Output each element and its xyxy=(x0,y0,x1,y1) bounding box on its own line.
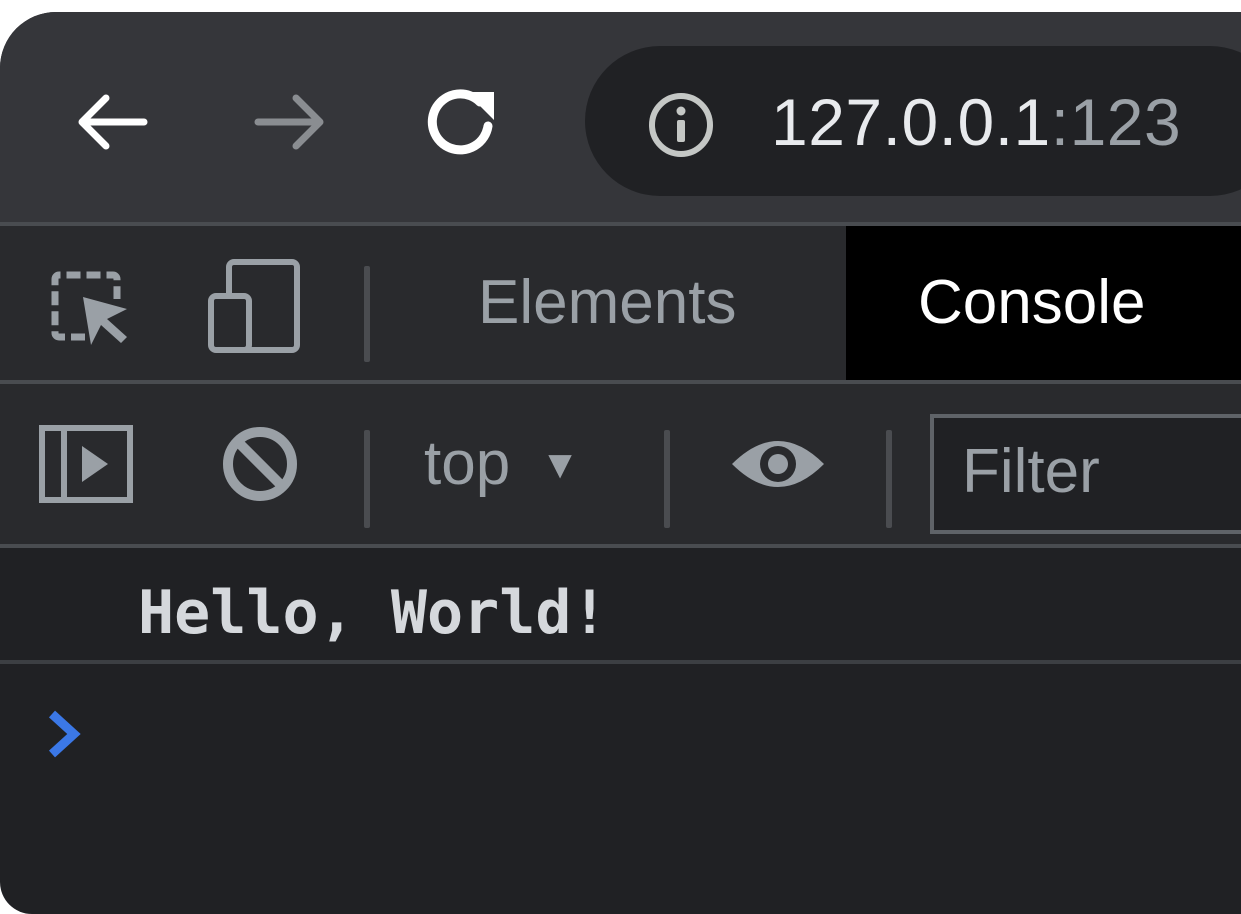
tabbar-divider xyxy=(364,266,370,362)
inspect-element-icon[interactable] xyxy=(40,256,140,356)
device-toolbar-icon[interactable] xyxy=(205,256,305,356)
site-info-icon[interactable] xyxy=(647,91,715,159)
clear-console-icon[interactable] xyxy=(210,414,310,514)
console-toolbar-divider-2 xyxy=(664,430,670,528)
console-prompt-icon[interactable] xyxy=(44,704,84,764)
eye-icon[interactable] xyxy=(728,414,828,514)
browser-window: 127.0.0.1:123 Elements Console top ▼ Fil… xyxy=(0,12,1241,914)
console-toolbar-divider-1 xyxy=(364,430,370,528)
console-message-divider xyxy=(0,660,1241,664)
url-port: :123 xyxy=(1050,85,1182,159)
console-message-text: Hello, World! xyxy=(138,578,608,648)
console-toolbar: top ▼ Filter xyxy=(0,384,1241,544)
tab-console[interactable]: Console xyxy=(846,226,1241,380)
url-text: 127.0.0.1:123 xyxy=(771,82,1181,162)
console-message: Hello, World! xyxy=(0,548,1241,660)
url-host: 127.0.0.1 xyxy=(771,85,1051,159)
address-bar[interactable]: 127.0.0.1:123 xyxy=(585,46,1241,196)
back-arrow-icon[interactable] xyxy=(72,82,152,162)
context-label: top xyxy=(424,429,511,498)
forward-arrow-icon[interactable] xyxy=(250,82,330,162)
tab-elements[interactable]: Elements xyxy=(478,226,736,380)
filter-input[interactable]: Filter xyxy=(930,414,1241,534)
sidebar-toggle-icon[interactable] xyxy=(36,414,136,514)
dropdown-arrow-icon: ▼ xyxy=(540,443,580,487)
browser-toolbar: 127.0.0.1:123 xyxy=(0,12,1241,222)
devtools-tabbar: Elements Console xyxy=(0,226,1241,380)
console-toolbar-divider-3 xyxy=(886,430,892,528)
reload-icon[interactable] xyxy=(422,82,502,162)
context-selector[interactable]: top ▼ xyxy=(424,414,580,514)
